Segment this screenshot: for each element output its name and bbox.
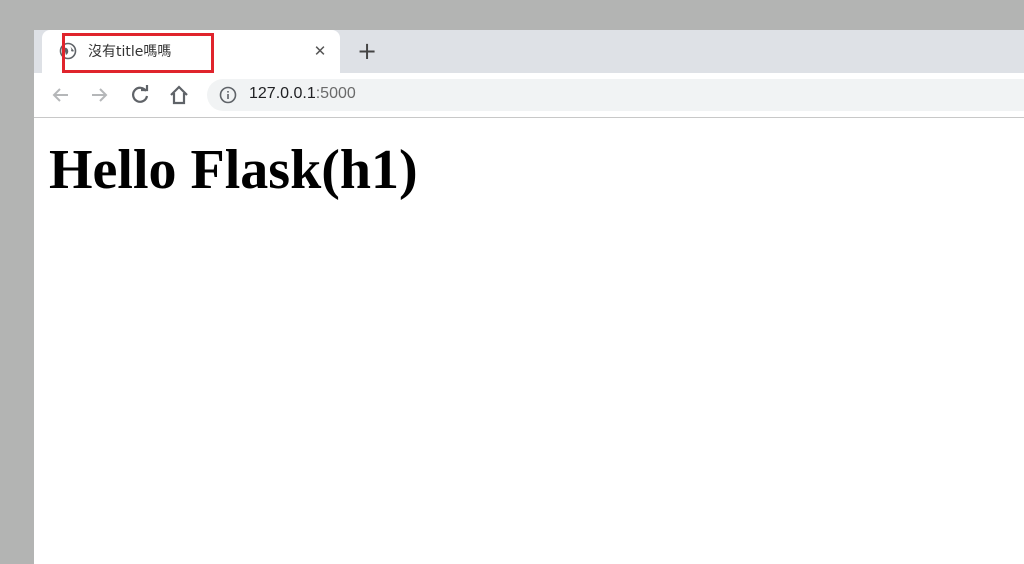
tab-strip: 沒有title嗎嗎 ✕ + <box>34 30 1024 73</box>
toolbar: 127.0.0.1:5000 <box>34 73 1024 118</box>
forward-arrow-icon[interactable] <box>86 82 112 108</box>
page-content: Hello Flask(h1) <box>34 118 1024 564</box>
home-icon[interactable] <box>166 82 192 108</box>
url-host: 127.0.0.1 <box>249 85 316 102</box>
back-arrow-icon[interactable] <box>48 82 74 108</box>
info-icon[interactable] <box>219 86 237 104</box>
address-bar[interactable]: 127.0.0.1:5000 <box>207 79 1024 111</box>
tab-title: 沒有title嗎嗎 <box>88 44 172 60</box>
close-icon[interactable]: ✕ <box>310 41 330 61</box>
globe-icon <box>59 42 77 60</box>
url-text[interactable]: 127.0.0.1:5000 <box>249 85 356 103</box>
browser-window: 沒有title嗎嗎 ✕ + 127.0.0.1:5000 Hello Flask… <box>34 30 1024 564</box>
page-heading: Hello Flask(h1) <box>49 139 418 201</box>
reload-icon[interactable] <box>127 82 153 108</box>
url-port: :5000 <box>315 85 356 102</box>
new-tab-button[interactable]: + <box>354 39 380 65</box>
tab-active[interactable]: 沒有title嗎嗎 ✕ <box>42 30 340 73</box>
